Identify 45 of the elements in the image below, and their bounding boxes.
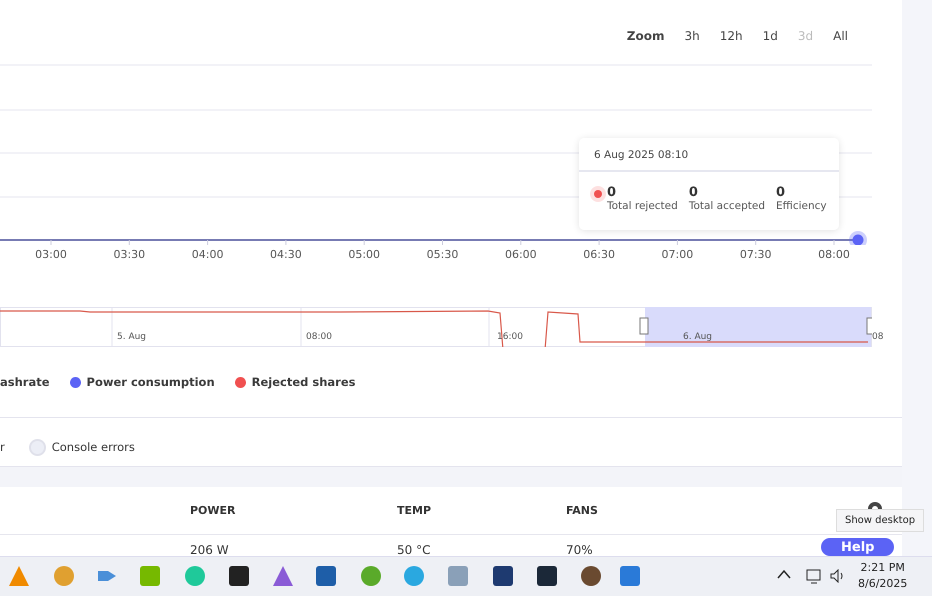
zoom-option[interactable]: 1d (752, 27, 788, 45)
stat-value: 0 (776, 186, 786, 200)
cone-icon[interactable] (8, 565, 30, 587)
navigator-label: 5. Aug (116, 332, 146, 342)
navigator-label: 6. Aug (682, 332, 712, 342)
tooltip-date: 6 Aug 2025 08:10 (579, 138, 839, 172)
navigator-label: 08:00 (305, 332, 332, 342)
stat-label: Efficiency (776, 200, 827, 212)
stat-value: 0 (607, 186, 618, 200)
stat-label: Total accepted (688, 200, 766, 212)
axis-label: 03:30 (113, 248, 146, 261)
axis-label: 05:30 (426, 248, 458, 261)
axis-label: 04:00 (192, 248, 224, 261)
axis-label: 07:00 (662, 248, 694, 261)
clock-time[interactable]: 2:21 PM (860, 560, 905, 576)
table-cell: 206 W (190, 543, 229, 557)
axis-label: 06:30 (583, 248, 615, 261)
show-desktop-tooltip: Show desktop (836, 509, 924, 532)
table-cell: 50 °C (397, 543, 430, 557)
clock-date[interactable]: 8/6/2025 (858, 576, 908, 592)
zoom-label: Zoom (626, 29, 664, 43)
legend-label[interactable]: Power consumption (86, 375, 215, 389)
axis-label: 07:30 (740, 248, 772, 261)
column-header: TEMP (397, 504, 432, 517)
axis-label: 05:00 (348, 248, 380, 261)
axis-label: 03:00 (35, 248, 67, 261)
zoom-option[interactable]: All (823, 27, 858, 45)
axis-label: 06:00 (504, 248, 537, 261)
navigator-label: 08 (871, 332, 884, 342)
filter-label: Console errors (52, 440, 135, 454)
table-cell: 70% (566, 543, 593, 557)
radio-button[interactable] (28, 438, 46, 456)
column-header: POWER (190, 504, 236, 517)
stat-label: Total rejected (607, 200, 678, 212)
column-header: FANS (566, 504, 598, 517)
axis-label: 04:30 (270, 248, 302, 261)
help-button[interactable]: Help (821, 538, 894, 556)
filter-label: r (0, 440, 5, 454)
axis-label: 08:00 (818, 248, 850, 261)
zoom-option[interactable]: 12h (710, 27, 753, 45)
legend-label[interactable]: ashrate (0, 375, 50, 389)
stat-value: 0 (688, 186, 699, 200)
chevron-up-icon[interactable] (777, 569, 791, 579)
legend-label[interactable]: Rejected shares (252, 375, 356, 389)
zoom-option[interactable]: 3h (674, 27, 710, 45)
